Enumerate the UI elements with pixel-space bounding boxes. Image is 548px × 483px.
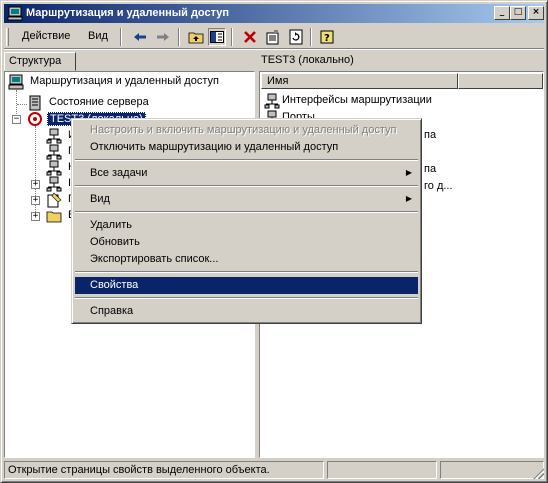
- menu-item-help[interactable]: Справка: [75, 303, 418, 320]
- up-folder-icon[interactable]: [187, 28, 205, 46]
- menu-item-all-tasks-label: Все задачи: [90, 167, 148, 179]
- title-bar[interactable]: Маршрутизация и удаленный доступ _ □ ×: [4, 4, 544, 23]
- properties-icon[interactable]: [264, 28, 282, 46]
- toolbar-separator: [310, 28, 312, 46]
- forward-arrow-icon[interactable]: [154, 28, 172, 46]
- menu-action[interactable]: Действие: [22, 30, 70, 42]
- status-panel: [327, 461, 437, 479]
- svg-text:?: ?: [324, 33, 330, 44]
- menu-item-refresh[interactable]: Обновить: [75, 234, 418, 251]
- tree-line: [17, 104, 27, 106]
- close-button[interactable]: ×: [528, 6, 544, 20]
- list-item-label: Интерфейсы маршрутизации: [282, 94, 432, 106]
- menu-separator: [75, 271, 418, 273]
- policy-icon: [47, 192, 62, 208]
- menu-separator: [75, 185, 418, 187]
- tree-label-root: Маршрутизация и удаленный доступ: [30, 75, 219, 87]
- help-icon[interactable]: ?: [319, 28, 337, 46]
- status-panel: [440, 461, 544, 479]
- server-disabled-icon: [28, 112, 42, 126]
- menu-item-properties[interactable]: Свойства: [75, 277, 418, 294]
- refresh-icon[interactable]: [287, 28, 305, 46]
- network-icon: [46, 128, 62, 144]
- collapse-toggle[interactable]: −: [12, 115, 21, 124]
- list-item-label-partial: па: [424, 129, 437, 141]
- menu-separator: [75, 159, 418, 161]
- toolbar-divider: [4, 48, 544, 50]
- computer-icon: [8, 74, 24, 90]
- delete-icon[interactable]: [241, 28, 259, 46]
- routing-app-icon: [7, 6, 23, 21]
- main-window: Маршрутизация и удаленный доступ _ □ × Д…: [0, 0, 548, 483]
- tree-label-server-status: Состояние сервера: [49, 96, 149, 108]
- resize-grip[interactable]: [532, 467, 544, 479]
- right-pane-title: TEST3 (локально): [261, 54, 354, 66]
- expand-toggle[interactable]: +: [31, 212, 40, 221]
- menu-item-configure: Настроить и включить маршрутизацию и уда…: [90, 124, 397, 136]
- menu-item-all-tasks[interactable]: Все задачи ▶: [75, 165, 418, 182]
- menu-item-view[interactable]: Вид ▶: [75, 191, 418, 208]
- toolbar-separator: [178, 28, 180, 46]
- expand-toggle[interactable]: +: [31, 196, 40, 205]
- menu-view[interactable]: Вид: [88, 30, 108, 42]
- submenu-arrow-icon: ▶: [405, 194, 412, 203]
- expand-toggle[interactable]: +: [31, 180, 40, 189]
- maximize-button[interactable]: □: [510, 6, 526, 20]
- column-header-name[interactable]: Имя: [261, 73, 458, 89]
- minimize-button[interactable]: _: [494, 6, 510, 20]
- toolbar: Действие Вид ?: [4, 26, 544, 48]
- column-header-empty[interactable]: [458, 73, 543, 89]
- server-status-icon: [29, 95, 41, 111]
- back-arrow-icon[interactable]: [131, 28, 149, 46]
- folder-icon: [46, 211, 62, 223]
- menu-separator: [75, 211, 418, 213]
- network-icon: [46, 160, 62, 176]
- tab-structure[interactable]: Структура: [4, 52, 76, 71]
- toolbar-grip: [6, 28, 9, 46]
- show-tree-icon[interactable]: [208, 28, 226, 46]
- menu-item-disable[interactable]: Отключить маршрутизацию и удаленный дост…: [75, 139, 418, 156]
- window-title: Маршрутизация и удаленный доступ: [26, 7, 230, 19]
- menu-item-delete[interactable]: Удалить: [75, 217, 418, 234]
- network-icon: [264, 93, 280, 109]
- list-item-label-partial: па: [424, 163, 437, 175]
- menu-separator: [75, 297, 418, 299]
- network-icon: [46, 144, 62, 160]
- network-icon: [46, 176, 62, 192]
- context-menu: Настроить и включить маршрутизацию и уда…: [71, 118, 422, 324]
- toolbar-separator: [120, 28, 122, 46]
- submenu-arrow-icon: ▶: [405, 168, 412, 177]
- menu-item-export[interactable]: Экспортировать список...: [75, 251, 418, 268]
- status-text: Открытие страницы свойств выделенного об…: [4, 461, 324, 479]
- menu-item-view-label: Вид: [90, 193, 110, 205]
- list-item-label-partial: го д...: [424, 180, 453, 192]
- toolbar-separator: [231, 28, 233, 46]
